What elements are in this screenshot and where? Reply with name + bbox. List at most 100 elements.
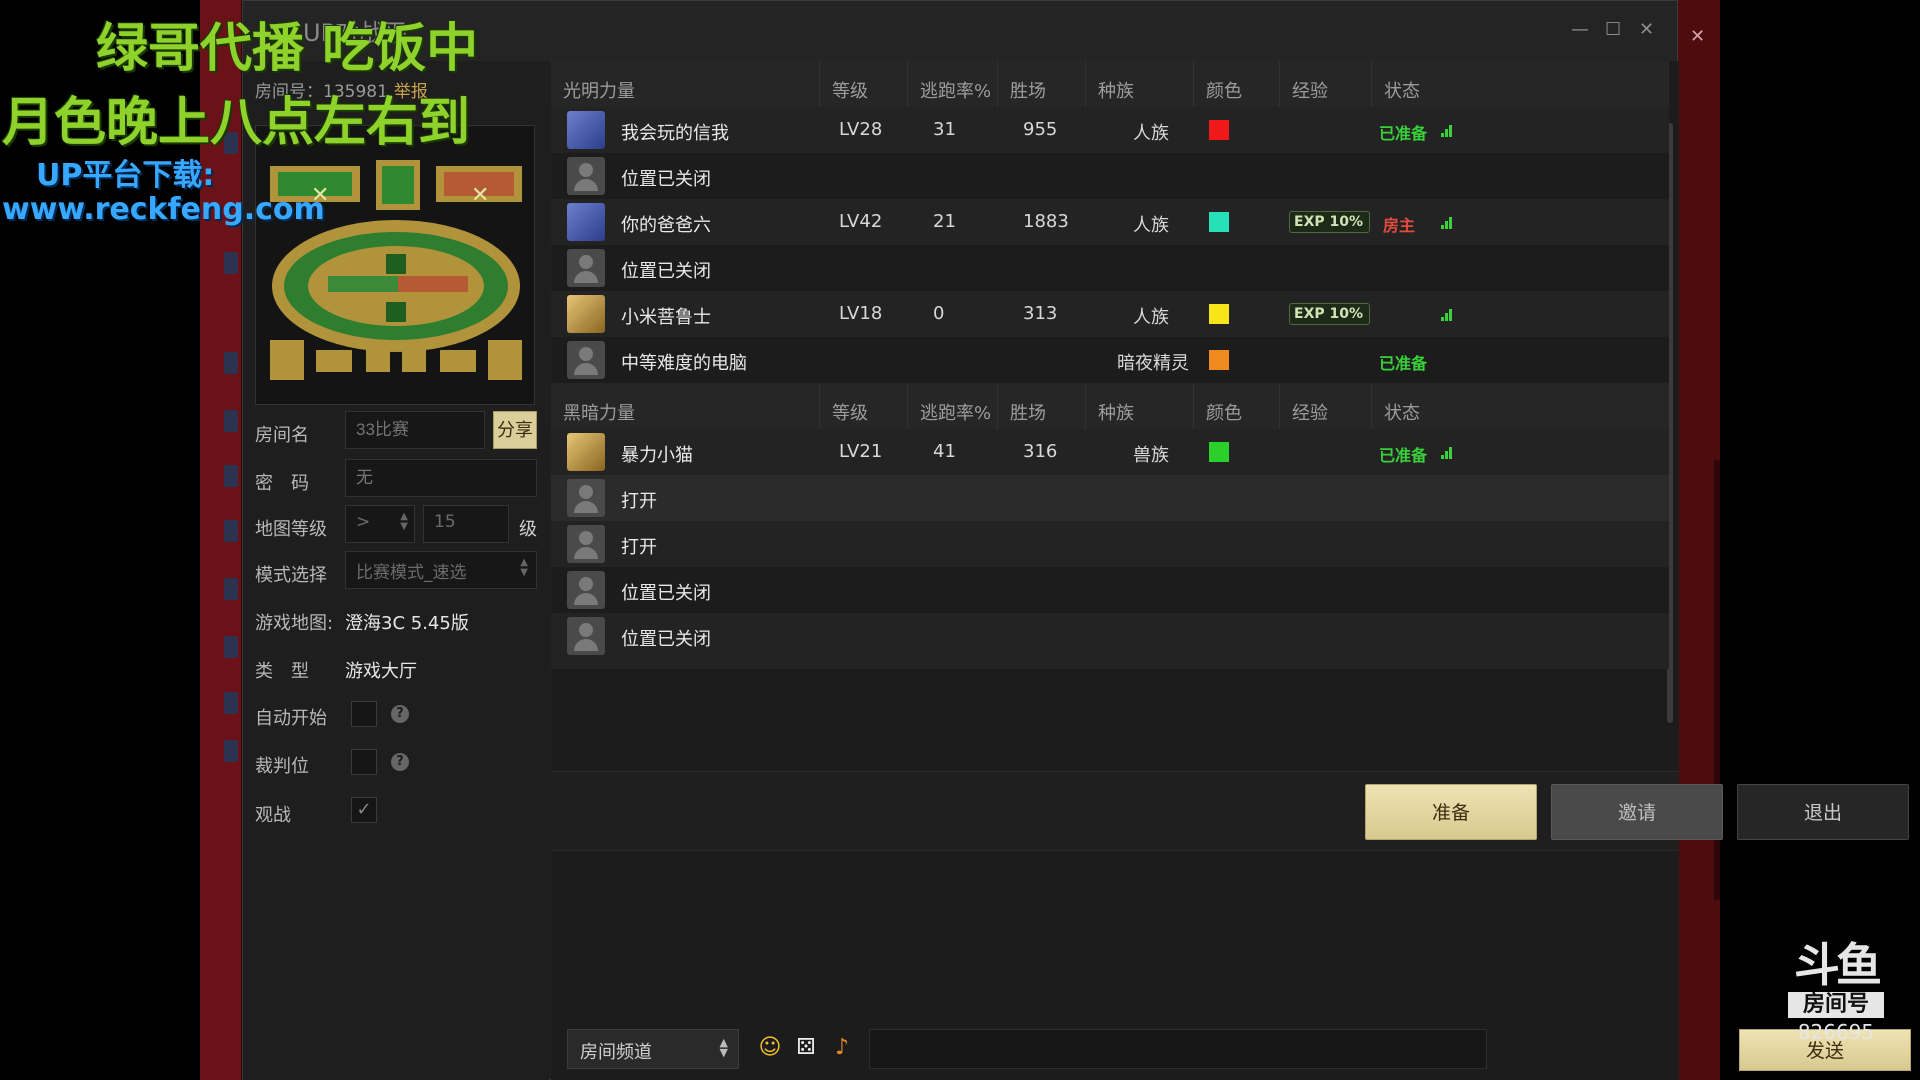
slot-race: 暗夜精灵 [1117, 353, 1189, 374]
overlay-url: www.reckfeng.com [2, 192, 325, 227]
slot-escape: 41 [933, 441, 956, 462]
side-icon [224, 636, 238, 658]
mode-value: 比赛模式_速选 [356, 563, 467, 583]
slot-name: 小米菩鲁士 [621, 307, 711, 328]
player-color-swatch[interactable] [1209, 120, 1229, 140]
side-icon [224, 410, 238, 432]
side-icon [224, 740, 238, 762]
spectate-checkbox[interactable]: ✓ [351, 797, 377, 823]
side-icon [224, 692, 238, 714]
password-input[interactable] [345, 459, 537, 497]
close-icon[interactable]: ✕ [1639, 19, 1654, 40]
slot-name: 位置已关闭 [621, 583, 711, 604]
slot-wins: 316 [1023, 441, 1058, 462]
column-header-team: 光明力量 [563, 81, 635, 102]
dice-icon[interactable]: ⚄ [791, 1033, 821, 1063]
maximize-icon[interactable]: ☐ [1605, 19, 1621, 40]
help-icon[interactable]: ? [391, 753, 409, 771]
password-label: 密 码 [255, 473, 309, 494]
side-icon [224, 465, 238, 487]
slot-escape: 0 [933, 303, 945, 324]
side-icon [224, 578, 238, 600]
overlay-text: 月色晚上八点左右到 [2, 93, 471, 153]
empty-avatar-icon [567, 525, 605, 563]
ready-button[interactable]: 准备 [1365, 784, 1537, 840]
empty-avatar-icon [567, 157, 605, 195]
empty-avatar-icon [567, 617, 605, 655]
player-color-swatch[interactable] [1209, 304, 1229, 324]
slot-race: 兽族 [1133, 445, 1169, 466]
auto-start-checkbox[interactable] [351, 701, 377, 727]
player-table: 光明力量 等级 逃跑率% 胜场 种族 颜色 经验 状态 我会玩的信我 LV28 31 955 人族 已准备… [551, 61, 1679, 771]
referee-checkbox[interactable] [351, 749, 377, 775]
slot-wins: 313 [1023, 303, 1058, 324]
side-icon [224, 252, 238, 274]
channel-select[interactable]: 房间频道 ▲ ▼ [567, 1029, 739, 1069]
chat-bar: 房间频道 ▲ ▼ ☺ ⚄ ♪ 发送 [551, 1021, 1911, 1080]
type-label: 类 型 [255, 661, 309, 682]
screen: ✕ UP对战平 — ☐ ✕ 房间号：135981 举报 ✕ ✕ 房间名 33比赛… [0, 0, 1920, 1080]
spinner-arrows-icon: ▲ ▼ [520, 557, 528, 578]
player-color-swatch[interactable] [1209, 212, 1229, 232]
slot-name: 中等难度的电脑 [621, 353, 747, 374]
signal-strength-icon [1441, 215, 1453, 229]
player-color-swatch[interactable] [1209, 442, 1229, 462]
slot-name: 打开 [621, 491, 657, 512]
game-map-label: 游戏地图: [255, 613, 334, 634]
douyu-room-id: 826695 [1797, 1020, 1875, 1044]
room-name-input[interactable] [345, 411, 485, 449]
map-preview-image: ✕ ✕ [256, 126, 534, 404]
slot-level: LV21 [839, 441, 883, 462]
action-bar: 准备 邀请 退出 [551, 771, 1909, 851]
map-level-operator-select[interactable]: > ▲ ▼ [345, 505, 415, 543]
mode-select[interactable]: 比赛模式_速选 ▲ ▼ [345, 551, 537, 589]
minimize-icon[interactable]: — [1571, 19, 1589, 40]
close-icon[interactable]: ✕ [1690, 26, 1705, 47]
slot-name: 我会玩的信我 [621, 123, 729, 144]
empty-avatar-icon [567, 479, 605, 517]
player-avatar [567, 111, 605, 149]
svg-text:✕: ✕ [471, 183, 489, 208]
help-icon[interactable]: ? [391, 705, 409, 723]
spinner-arrows-icon: ▲ ▼ [400, 511, 408, 532]
column-header-team: 黑暗力量 [563, 403, 635, 424]
chat-log [551, 851, 1679, 1021]
smiley-icon[interactable]: ☺ [755, 1033, 785, 1063]
empty-avatar-icon [567, 341, 605, 379]
map-level-input[interactable]: 15 [423, 505, 509, 543]
slot-name: 打开 [621, 537, 657, 558]
game-map-value: 澄海3C 5.45版 [345, 613, 469, 634]
slot-level: LV42 [839, 211, 883, 232]
douyu-logo: 斗鱼 [1794, 938, 1882, 992]
map-level-operator: > [356, 512, 371, 532]
slot-name: 位置已关闭 [621, 629, 711, 650]
chat-input[interactable] [869, 1029, 1487, 1069]
slot-status: 已准备 [1379, 124, 1428, 143]
empty-avatar-icon [567, 571, 605, 609]
slot-race: 人族 [1133, 307, 1169, 328]
channel-value: 房间频道 [580, 1042, 652, 1063]
exit-button[interactable]: 退出 [1737, 784, 1909, 840]
slot-status: 已准备 [1379, 446, 1428, 465]
signal-strength-icon [1441, 123, 1453, 137]
auto-start-label: 自动开始 [255, 708, 327, 729]
slot-name: 位置已关闭 [621, 261, 711, 282]
slot-name: 你的爸爸六 [621, 215, 711, 236]
slot-level: LV28 [839, 119, 883, 140]
player-slot-row[interactable]: 位置已关闭 [551, 613, 1669, 669]
room-name-label: 房间名 [255, 425, 309, 446]
empty-avatar-icon [567, 249, 605, 287]
slot-name: 位置已关闭 [621, 169, 711, 190]
slot-race: 人族 [1133, 123, 1169, 144]
invite-button[interactable]: 邀请 [1551, 784, 1723, 840]
spinner-arrows-icon: ▲ ▼ [719, 1036, 728, 1059]
mode-label: 模式选择 [255, 565, 327, 586]
referee-label: 裁判位 [255, 756, 309, 777]
type-value: 游戏大厅 [345, 661, 417, 682]
side-icon [224, 520, 238, 542]
room-window: UP对战平 — ☐ ✕ 房间号：135981 举报 ✕ ✕ 房间名 33比赛 分… [242, 0, 1911, 1080]
guitar-icon[interactable]: ♪ [827, 1033, 857, 1063]
player-color-swatch[interactable] [1209, 350, 1229, 370]
overlay-text: UP平台下载: [36, 158, 215, 193]
share-button[interactable]: 分享 [493, 411, 537, 449]
